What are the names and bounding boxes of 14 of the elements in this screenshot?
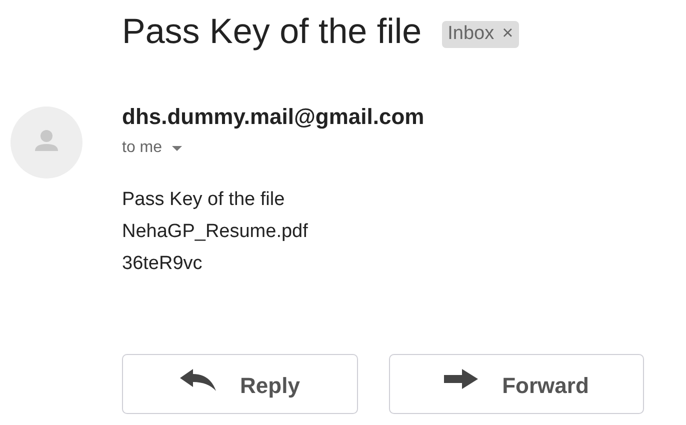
reply-arrow-icon	[180, 369, 216, 391]
caret-icon	[172, 146, 182, 150]
label-text: Inbox	[448, 22, 494, 46]
message-line: 36teR9vc	[122, 252, 204, 276]
recipient-dropdown[interactable]: to me	[122, 136, 182, 160]
remove-label-button[interactable]: ×	[502, 20, 514, 48]
forward-arrow-icon	[444, 369, 478, 389]
avatar-icon	[10, 106, 83, 179]
forward-button[interactable]: Forward	[389, 354, 644, 414]
email-subject: Pass Key of the file	[122, 11, 422, 53]
message-line: NehaGP_Resume.pdf	[122, 220, 309, 244]
message-line: Pass Key of the file	[122, 188, 286, 212]
sender-email: dhs.dummy.mail@gmail.com	[122, 104, 424, 130]
reply-button[interactable]: Reply	[122, 354, 358, 414]
